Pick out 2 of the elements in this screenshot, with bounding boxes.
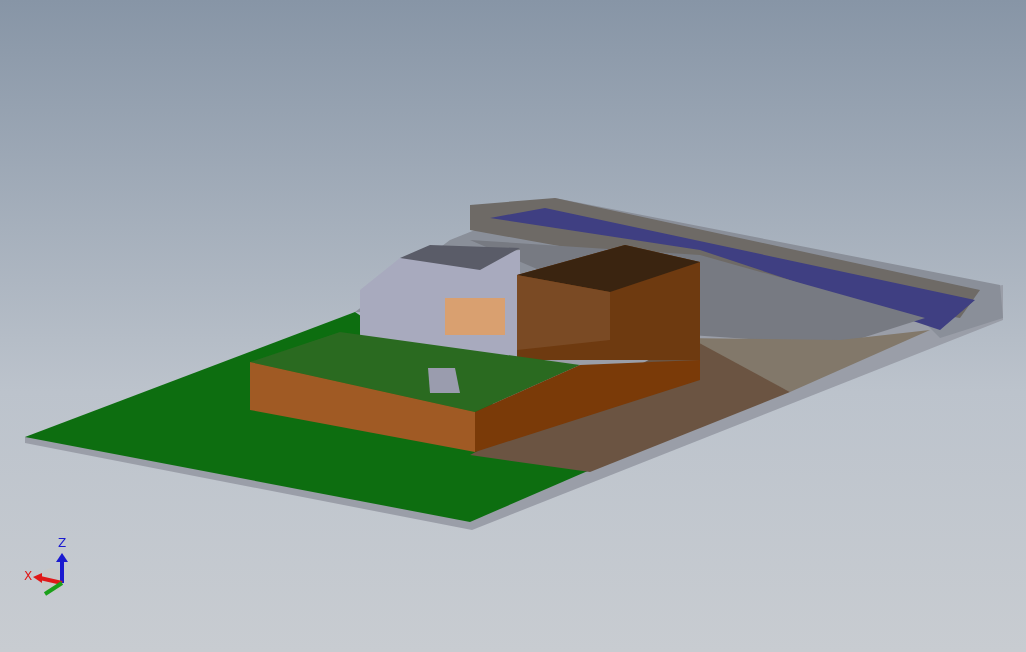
axis-label: Z bbox=[58, 536, 67, 550]
axis-label: X bbox=[24, 569, 33, 583]
